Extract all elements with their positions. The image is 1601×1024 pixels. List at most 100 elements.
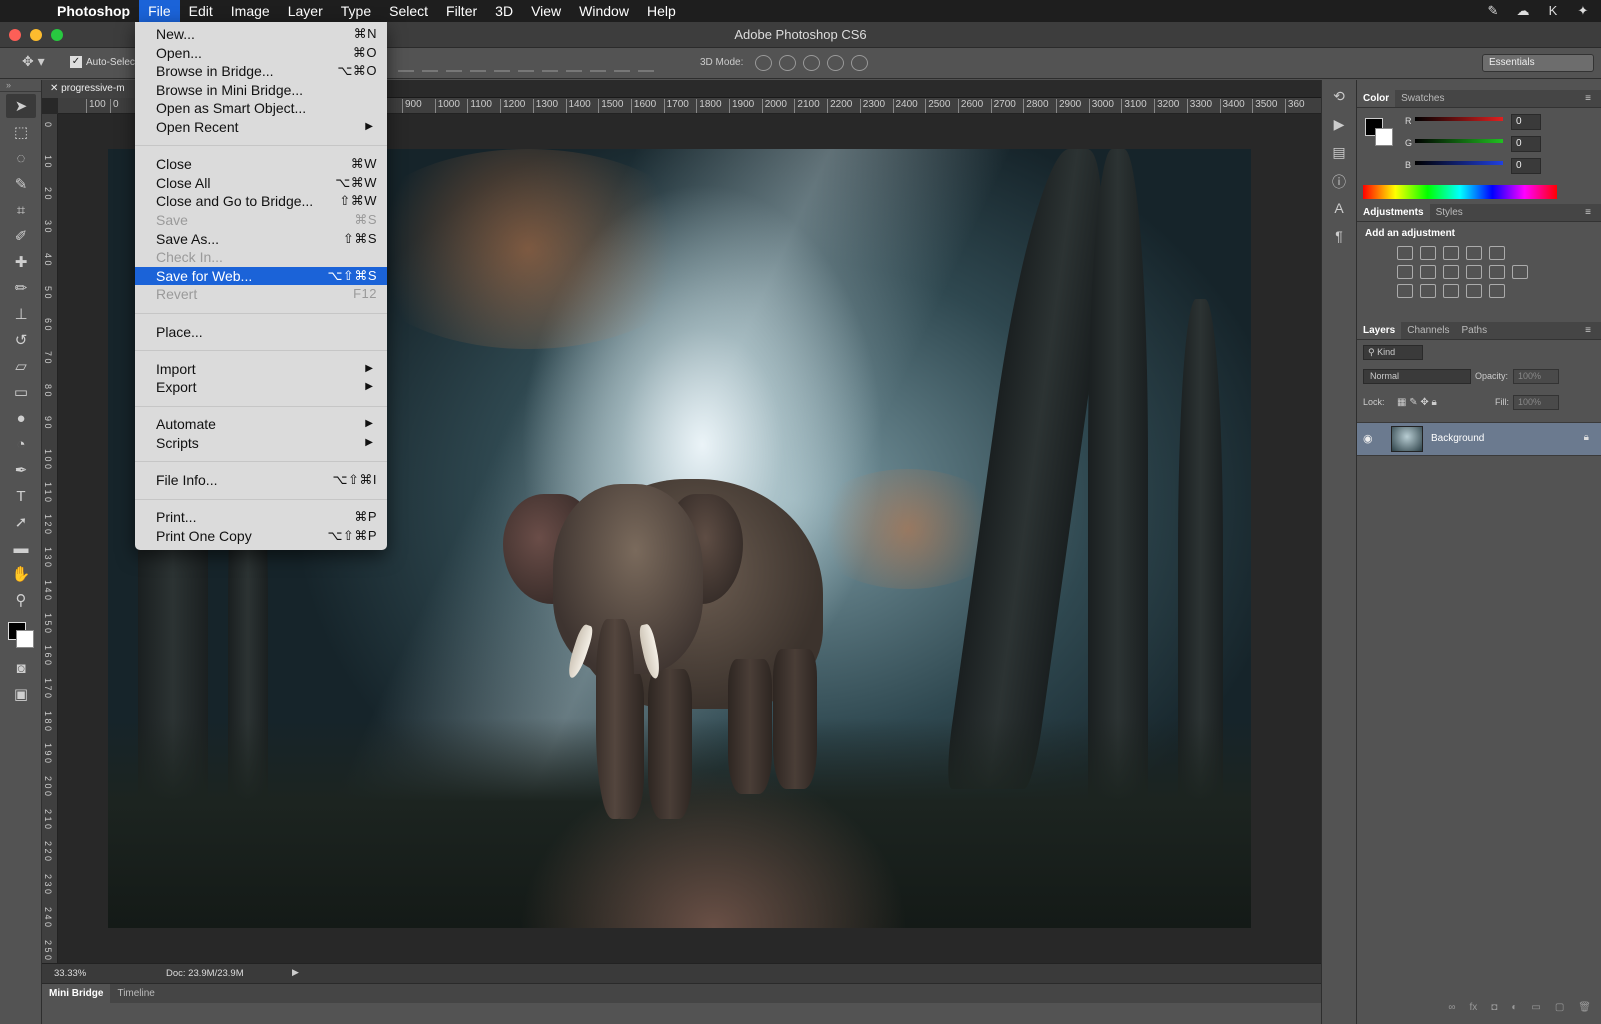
- move-tool-preset-icon[interactable]: ✥ ▾: [22, 53, 56, 73]
- exposure-icon[interactable]: [1466, 246, 1482, 260]
- document-tab[interactable]: ✕ progressive-m: [42, 80, 142, 98]
- file-menu-item[interactable]: Browse in Bridge... ⌥⌘O: [135, 62, 387, 81]
- gradient-map-icon[interactable]: [1489, 284, 1505, 298]
- photo-filter-icon[interactable]: [1466, 265, 1482, 279]
- gradient-tool-icon[interactable]: ▭: [6, 380, 36, 404]
- levels-icon[interactable]: [1420, 246, 1436, 260]
- tab-adjustments[interactable]: Adjustments: [1357, 204, 1430, 221]
- menu-image[interactable]: Image: [222, 0, 279, 22]
- tab-channels[interactable]: Channels: [1401, 322, 1455, 339]
- actions-play-icon[interactable]: ▶: [1328, 116, 1350, 136]
- file-menu-item[interactable]: Save for Web... ⌥⇧⌘S: [135, 266, 387, 286]
- visibility-eye-icon[interactable]: ◉: [1363, 432, 1381, 445]
- history-brush-tool-icon[interactable]: ↺: [6, 328, 36, 352]
- crop-tool-icon[interactable]: ⌗: [6, 198, 36, 222]
- invert-icon[interactable]: [1397, 284, 1413, 298]
- distribute-icon[interactable]: [542, 54, 558, 72]
- file-menu-item[interactable]: Open Recent ▶: [135, 118, 387, 137]
- vertical-ruler[interactable]: 0 1 0 2 0 3 0 4 0 5 0 6 0 7 0 8 0 9 0 1 0 0 1 1 0 1 …: [42, 114, 58, 976]
- slide-3d-icon[interactable]: [827, 55, 844, 71]
- extension-icon[interactable]: ✦: [1573, 3, 1593, 19]
- channel-mixer-icon[interactable]: [1489, 265, 1505, 279]
- history-icon[interactable]: ⟲: [1328, 88, 1350, 108]
- selective-color-icon[interactable]: [1466, 284, 1482, 298]
- layer-row-background[interactable]: ◉ Background 🔒︎: [1357, 422, 1601, 456]
- file-menu-item[interactable]: Close and Go to Bridge... ⇧⌘W: [135, 192, 387, 211]
- file-menu-item[interactable]: New... ⌘N: [135, 25, 387, 44]
- file-menu-item[interactable]: Open... ⌘O: [135, 44, 387, 63]
- add-mask-icon[interactable]: ◘: [1491, 1002, 1497, 1018]
- hue-saturation-icon[interactable]: [1397, 265, 1413, 279]
- threshold-icon[interactable]: [1443, 284, 1459, 298]
- panel-grip[interactable]: »: [0, 80, 41, 92]
- scale-3d-icon[interactable]: [851, 55, 868, 71]
- lock-icons[interactable]: ▦ ✎ ✥ 🔒︎: [1397, 397, 1437, 408]
- drag-3d-icon[interactable]: [803, 55, 820, 71]
- character-icon[interactable]: A: [1328, 200, 1350, 220]
- paragraph-icon[interactable]: ¶: [1328, 228, 1350, 248]
- menu-filter[interactable]: Filter: [437, 0, 486, 22]
- tab-layers[interactable]: Layers: [1357, 322, 1402, 339]
- trash-icon[interactable]: 🗑︎: [1578, 1002, 1591, 1018]
- color-balance-icon[interactable]: [1420, 265, 1436, 279]
- layer-comps-icon[interactable]: ▤: [1328, 144, 1350, 164]
- file-menu-item[interactable]: File Info... ⌥⇧⌘I: [135, 471, 387, 490]
- workspace-select[interactable]: Essentials: [1482, 54, 1594, 72]
- opacity-field[interactable]: 100%: [1513, 369, 1559, 384]
- vibrance-icon[interactable]: [1489, 246, 1505, 260]
- menu-select[interactable]: Select: [380, 0, 437, 22]
- layer-style-icon[interactable]: fx: [1470, 1002, 1478, 1018]
- file-menu-item[interactable]: Import ▶: [135, 360, 387, 379]
- hand-tool-icon[interactable]: ✋: [6, 562, 36, 586]
- feather-icon[interactable]: ✎: [1483, 3, 1503, 19]
- color-lookup-icon[interactable]: [1512, 265, 1528, 279]
- distribute-icon[interactable]: [566, 54, 582, 72]
- info-icon[interactable]: ⓘ: [1328, 172, 1350, 192]
- align-icon[interactable]: [446, 54, 462, 72]
- brush-tool-icon[interactable]: ✏: [6, 276, 36, 300]
- new-group-icon[interactable]: ▭: [1531, 1002, 1540, 1018]
- zoom-level[interactable]: 33.33%: [54, 968, 86, 979]
- menu-type[interactable]: Type: [332, 0, 380, 22]
- menu-help[interactable]: Help: [638, 0, 685, 22]
- file-menu-item[interactable]: Scripts ▶: [135, 434, 387, 453]
- channel-b-slider[interactable]: [1415, 161, 1503, 165]
- creative-cloud-icon[interactable]: ☁: [1513, 3, 1533, 19]
- file-menu-item[interactable]: Browse in Mini Bridge...: [135, 81, 387, 100]
- channel-b-value[interactable]: 0: [1511, 158, 1541, 174]
- auto-align-icon[interactable]: [638, 54, 654, 72]
- channel-g-value[interactable]: 0: [1511, 136, 1541, 152]
- panel-menu-icon[interactable]: ≡: [1579, 204, 1597, 222]
- background-color[interactable]: [16, 630, 34, 648]
- file-menu-item[interactable]: Save As... ⇧⌘S: [135, 230, 387, 249]
- align-icon[interactable]: [398, 54, 414, 72]
- menu-view[interactable]: View: [522, 0, 570, 22]
- new-adjustment-icon[interactable]: ◐: [1511, 1002, 1517, 1018]
- menu-file[interactable]: File: [139, 0, 180, 22]
- type-tool-icon[interactable]: T: [6, 484, 36, 508]
- screen-mode-icon[interactable]: ▣: [6, 682, 36, 706]
- fill-field[interactable]: 100%: [1513, 395, 1559, 410]
- black-white-icon[interactable]: [1443, 265, 1459, 279]
- new-layer-icon[interactable]: ▢: [1555, 1002, 1564, 1018]
- channel-r-slider[interactable]: [1415, 117, 1503, 121]
- roll-3d-icon[interactable]: [779, 55, 796, 71]
- file-menu-item[interactable]: Print One Copy ⌥⇧⌘P: [135, 527, 387, 546]
- menu-edit[interactable]: Edit: [180, 0, 222, 22]
- tab-swatches[interactable]: Swatches: [1395, 90, 1450, 107]
- zoom-tool-icon[interactable]: ⚲: [6, 588, 36, 612]
- quick-select-tool-icon[interactable]: ✎: [6, 172, 36, 196]
- file-menu-item[interactable]: Close All ⌥⌘W: [135, 174, 387, 193]
- color-spectrum[interactable]: [1363, 185, 1557, 199]
- link-layers-icon[interactable]: ∞: [1448, 1002, 1455, 1018]
- eyedropper-tool-icon[interactable]: ✐: [6, 224, 36, 248]
- distribute-icon[interactable]: [518, 54, 534, 72]
- background-swatch[interactable]: [1375, 128, 1393, 146]
- healing-brush-tool-icon[interactable]: ✚: [6, 250, 36, 274]
- status-menu-arrow-icon[interactable]: ▶: [292, 967, 299, 978]
- pen-tool-icon[interactable]: ✒: [6, 458, 36, 482]
- brightness-contrast-icon[interactable]: [1397, 246, 1413, 260]
- tab-styles[interactable]: Styles: [1430, 204, 1469, 221]
- dodge-tool-icon[interactable]: ◔: [6, 432, 36, 456]
- menu-3d[interactable]: 3D: [486, 0, 522, 22]
